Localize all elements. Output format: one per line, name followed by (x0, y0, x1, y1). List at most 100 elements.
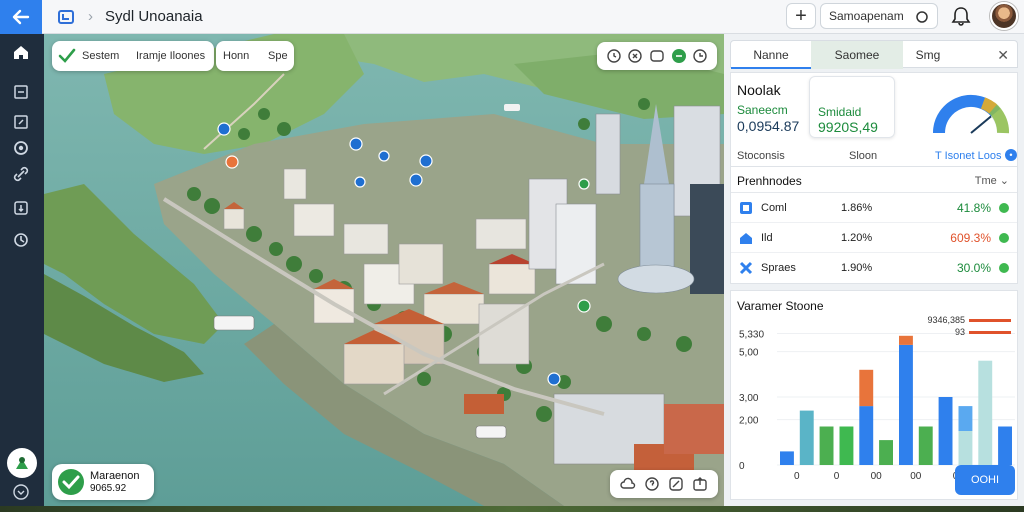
bar (918, 426, 933, 465)
check-circle-icon (58, 469, 84, 495)
legend-swatch (969, 331, 1011, 334)
map-toolbar-top (597, 42, 717, 70)
tab-settings[interactable]: Smg (903, 41, 953, 69)
download-icon[interactable] (11, 198, 31, 218)
share-icon[interactable] (692, 476, 708, 492)
provider-change: 609.3% (950, 231, 991, 245)
gauge-accent (986, 102, 1009, 134)
bar (839, 426, 854, 465)
history-icon[interactable] (692, 48, 708, 64)
link-icon[interactable] (11, 164, 31, 184)
system-status-label: Sestem (82, 50, 120, 62)
metric-2-value: 9920S,49 (818, 119, 878, 135)
history-icon[interactable] (11, 230, 31, 250)
metric-1-value: 0,0954.87 (737, 118, 800, 134)
map-toolbar-bottom (610, 470, 718, 498)
provider-change: 30.0% (956, 261, 991, 275)
gauge-chart (932, 94, 1009, 134)
legend-label: 93 (955, 327, 965, 337)
provider-pct: 1.20% (841, 232, 873, 244)
metric-2-label: Smidaid (818, 105, 862, 119)
check-icon (58, 48, 76, 63)
grid-icon (740, 202, 752, 214)
system-status-value: Iramje Iloones (136, 50, 206, 62)
compass-icon[interactable] (627, 48, 643, 64)
y-tick-label: 3,00 (739, 393, 759, 404)
bell-icon[interactable] (950, 5, 972, 27)
layers-icon[interactable] (11, 82, 31, 102)
metric-2-box[interactable]: Smidaid 9920S,49 (809, 76, 895, 138)
search-box[interactable] (820, 3, 938, 29)
summary-footer-label: Stoconsis (737, 150, 785, 162)
tab-name[interactable]: Nanne (731, 41, 811, 69)
bar (899, 344, 913, 465)
system-status-card[interactable]: Sestem Iramje Iloones (52, 41, 214, 71)
left-rail (0, 34, 44, 512)
x-tick-label: 0 (794, 471, 800, 482)
tools-icon (739, 261, 753, 275)
plus-icon: + (795, 4, 807, 27)
app-title: Sydl Unoanaia (105, 8, 203, 25)
clock-icon[interactable] (606, 48, 622, 64)
back-arrow-icon (12, 9, 30, 25)
info-dot-icon[interactable]: • (1005, 149, 1017, 161)
manager-value: 9065.92 (90, 483, 127, 494)
add-user-button[interactable] (7, 448, 37, 478)
provider-row[interactable]: Ild 1.20% 609.3% (731, 223, 1017, 253)
status-dot (999, 263, 1009, 273)
bar (859, 406, 874, 465)
home-icon[interactable] (11, 42, 31, 62)
back-button[interactable] (0, 0, 42, 34)
x-tick-label: 0 (834, 471, 840, 482)
bar (998, 426, 1012, 465)
provider-row[interactable]: Spraes 1.90% 30.0% (731, 253, 1017, 283)
manager-card[interactable]: Maraenon 9065.92 (52, 464, 154, 500)
search-input[interactable] (829, 9, 913, 23)
bar (978, 360, 993, 465)
status-dot (999, 233, 1009, 243)
bar (780, 451, 794, 465)
x-tick-label: 00 (910, 471, 922, 482)
home-icon (740, 233, 752, 244)
y-tick-label: 5,00 (739, 348, 759, 359)
city-map-scene (44, 34, 724, 506)
providers-sort[interactable]: Tme ⌄ (975, 174, 1009, 187)
legend-swatch (969, 319, 1011, 322)
view-mode-card[interactable]: Honn Spe (216, 41, 294, 71)
edit-icon[interactable] (11, 112, 31, 132)
user-avatar[interactable] (990, 2, 1018, 30)
cloud-icon[interactable] (620, 476, 636, 492)
provider-change: 41.8% (956, 201, 991, 215)
bar (879, 440, 893, 465)
chart-action-button[interactable]: OOHI (955, 465, 1015, 495)
chart-card: Varamer Stoone 0 2,00 3,00 5,00 5,330 9346,38… (730, 290, 1018, 500)
eye-icon[interactable] (11, 138, 31, 158)
chart-title: Varamer Stoone (737, 299, 824, 313)
provider-row[interactable]: Coml 1.86% 41.8% (731, 193, 1017, 223)
add-user-icon (16, 457, 28, 469)
bottom-strip (0, 506, 1024, 512)
map-view[interactable]: Sestem Iramje Iloones Honn Spe Maraenon … (44, 34, 724, 506)
pin-icon[interactable] (671, 48, 687, 64)
search-icon[interactable] (915, 10, 929, 24)
chevron-down-icon[interactable] (11, 482, 31, 502)
view-mode-value: Spe (268, 50, 288, 62)
bar (958, 431, 973, 465)
bar (799, 410, 814, 465)
add-button[interactable]: + (786, 3, 816, 29)
y-tick-label: 0 (739, 461, 745, 472)
gauge-needle (970, 115, 992, 134)
help-icon[interactable] (644, 476, 660, 492)
metric-1-label: Saneecm (737, 103, 788, 117)
summary-card: Noolak Saneecm 0,0954.87 Smidaid 9920S,4… (730, 72, 1018, 170)
bar (958, 406, 973, 431)
camera-icon[interactable] (649, 48, 665, 64)
edit-icon[interactable] (668, 476, 684, 492)
bar (899, 335, 913, 345)
close-icon[interactable]: ✕ (997, 47, 1009, 64)
right-panel: Nanne Saomee Smg ✕ Noolak Saneecm 0,0954… (724, 34, 1024, 506)
summary-footer-link[interactable]: T Isonet Loos (935, 150, 1001, 162)
provider-name: Spraes (761, 262, 796, 274)
panel-tabs: Nanne Saomee Smg ✕ (730, 40, 1018, 69)
tab-source[interactable]: Saomee (811, 41, 903, 69)
